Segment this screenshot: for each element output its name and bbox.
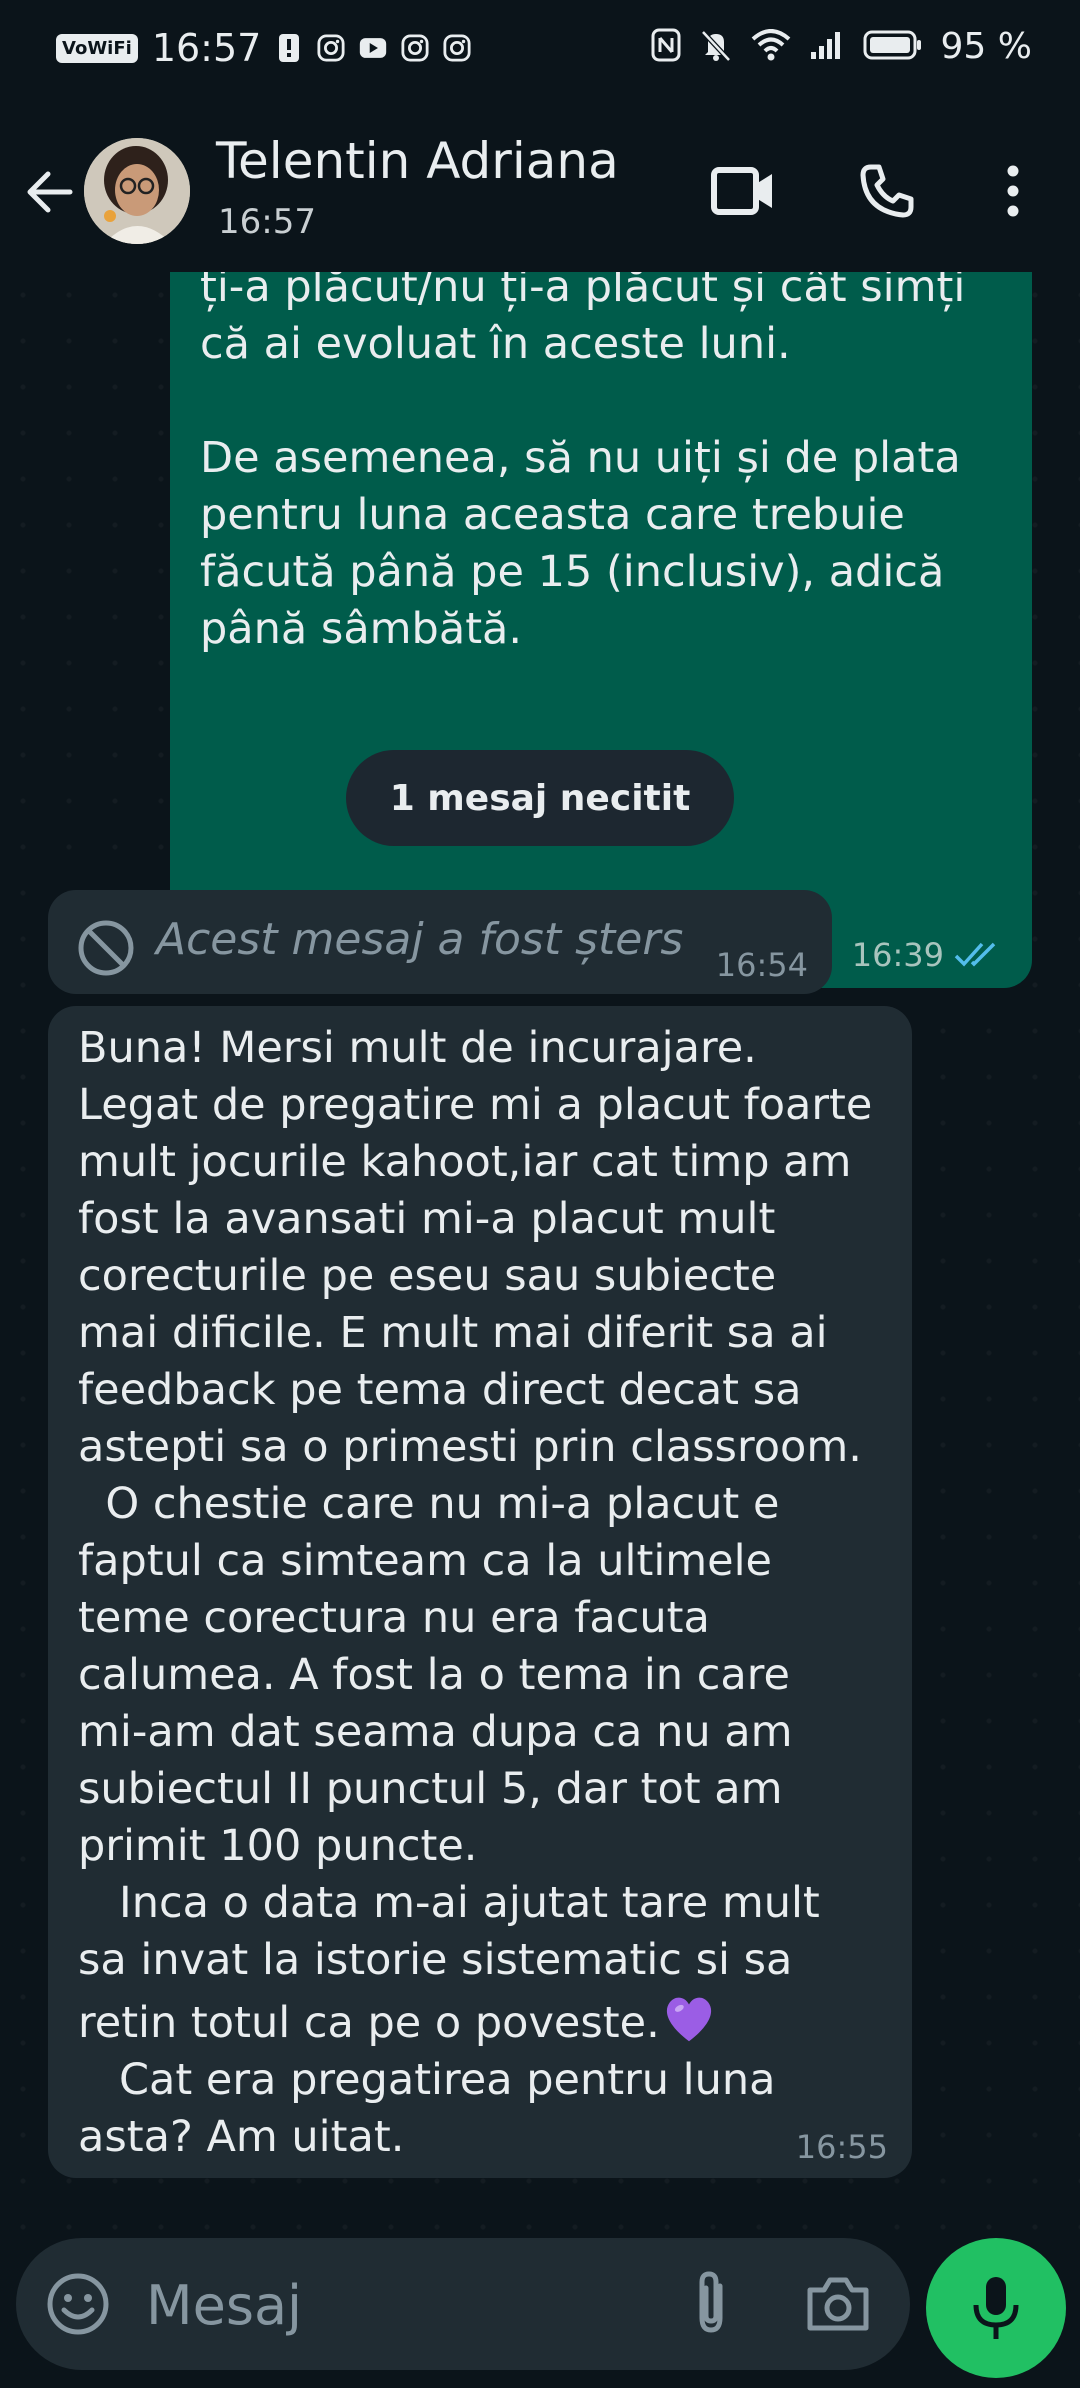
voice-call-button[interactable] (852, 156, 922, 226)
unread-divider: 1 mesaj necitit (346, 750, 734, 846)
video-camera-icon (711, 167, 772, 215)
incoming-message[interactable]: Buna! Mersi mult de incurajare. Legat de… (48, 1006, 912, 2178)
status-time: 16:57 (151, 26, 262, 70)
last-seen: 16:57 (218, 202, 316, 242)
more-options-button[interactable] (978, 156, 1048, 226)
attach-button[interactable] (676, 2268, 746, 2338)
contact-name[interactable]: Telentin Adriana (216, 132, 619, 190)
purple-heart-icon (666, 1997, 711, 2042)
status-right: 95 % (651, 26, 1032, 67)
camera-icon (807, 2277, 869, 2331)
camera-button[interactable] (802, 2268, 874, 2340)
incoming-message-text-part1: Buna! Mersi mult de incurajare. Legat de… (78, 1023, 873, 2048)
mute-icon (699, 28, 733, 66)
blocked-icon (78, 920, 134, 976)
wifi-icon (751, 28, 791, 65)
battery-icon (863, 29, 923, 65)
instagram-icon (443, 34, 471, 62)
deleted-message-time: 16:54 (715, 946, 808, 984)
emoji-icon (47, 2273, 109, 2335)
emoji-button[interactable] (44, 2270, 112, 2338)
message-input-container (16, 2238, 910, 2370)
chat-area[interactable]: legat de pregatire, cum a fost, ce ți-a … (0, 272, 1080, 2238)
signal-icon (809, 30, 845, 64)
more-vertical-icon (1007, 165, 1019, 217)
deleted-message[interactable]: Acest mesaj a fost șters 16:54 (48, 890, 832, 994)
voice-record-button[interactable] (926, 2238, 1066, 2378)
youtube-icon (359, 34, 387, 62)
arrow-left-icon (27, 171, 73, 213)
microphone-icon (973, 2277, 1019, 2339)
paperclip-icon (699, 2271, 723, 2333)
outgoing-message[interactable]: legat de pregatire, cum a fost, ce ți-a … (170, 272, 1032, 988)
avatar[interactable] (84, 138, 190, 244)
phone-icon (860, 164, 914, 218)
chat-header: Telentin Adriana 16:57 (0, 110, 1080, 272)
alert-icon (275, 34, 303, 62)
vowifi-badge: VoWiFi (56, 33, 138, 63)
status-bar: VoWiFi 16:57 95 % (0, 0, 1080, 110)
battery-percent: 95 % (940, 26, 1032, 67)
instagram-icon (317, 34, 345, 62)
outgoing-message-meta: 16:39 (852, 936, 1006, 974)
incoming-message-text-part2: Cat era pregatirea pentru luna asta? Am … (78, 2055, 776, 2162)
composer-bar (0, 2238, 1080, 2388)
video-call-button[interactable] (708, 156, 778, 226)
back-button[interactable] (22, 164, 78, 220)
status-left: VoWiFi 16:57 (56, 26, 471, 70)
outgoing-message-time: 16:39 (851, 936, 944, 974)
instagram-icon (401, 34, 429, 62)
outgoing-message-text: legat de pregatire, cum a fost, ce ți-a … (200, 272, 966, 654)
deleted-message-text: Acest mesaj a fost șters (156, 914, 684, 965)
avatar-photo (84, 138, 190, 244)
incoming-message-text: Buna! Mersi mult de incurajare. Legat de… (78, 1020, 902, 2166)
message-input[interactable] (144, 2266, 668, 2344)
nfc-icon (651, 28, 681, 66)
double-check-icon (954, 942, 996, 967)
incoming-message-time: 16:55 (795, 2128, 888, 2166)
